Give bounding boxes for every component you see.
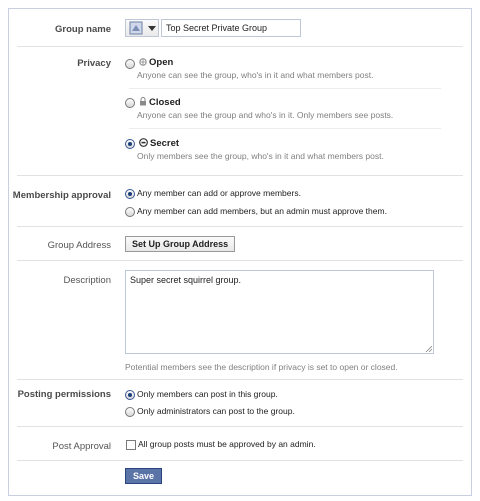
membership-approval-label: Membership approval bbox=[12, 190, 111, 201]
privacy-secret-description: Only members see the group, who's in it … bbox=[137, 151, 384, 161]
privacy-secret-radio[interactable] bbox=[125, 139, 135, 149]
divider bbox=[17, 460, 463, 461]
description-textarea[interactable]: Super secret squirrel group. bbox=[125, 270, 434, 354]
divider bbox=[17, 46, 463, 47]
divider bbox=[17, 260, 463, 261]
privacy-label: Privacy bbox=[77, 58, 111, 69]
post-approval-label: Post Approval bbox=[52, 441, 111, 452]
post-approval-checkbox[interactable] bbox=[126, 440, 136, 450]
divider bbox=[17, 379, 463, 380]
group-settings-panel: Group name Top Secret Private Group Priv… bbox=[8, 8, 472, 496]
set-up-group-address-button[interactable]: Set Up Group Address bbox=[125, 236, 236, 252]
membership-admin-approve-radio[interactable] bbox=[125, 207, 135, 217]
globe-icon bbox=[139, 58, 147, 66]
group-address-label: Group Address bbox=[47, 240, 111, 251]
posting-permissions-label: Posting permissions bbox=[17, 389, 111, 400]
membership-any-approve-radio[interactable] bbox=[125, 189, 135, 199]
divider bbox=[17, 175, 463, 176]
privacy-open-radio[interactable] bbox=[125, 59, 135, 69]
chevron-down-icon bbox=[148, 26, 156, 31]
privacy-closed-radio[interactable] bbox=[125, 98, 135, 108]
secret-icon bbox=[139, 138, 148, 147]
divider bbox=[129, 128, 441, 129]
save-button[interactable]: Save bbox=[125, 468, 163, 484]
description-hint: Potential members see the description if… bbox=[125, 362, 398, 372]
privacy-closed-description: Anyone can see the group and who's in it… bbox=[137, 110, 394, 120]
posting-admins-text: Only administrators can post to the grou… bbox=[137, 406, 295, 416]
posting-members-text: Only members can post in this group. bbox=[137, 389, 278, 399]
group-icon-selector[interactable] bbox=[125, 19, 159, 37]
membership-admin-approve-text: Any member can add members, but an admin… bbox=[137, 206, 387, 216]
group-name-value: Top Secret Private Group bbox=[166, 23, 268, 33]
privacy-secret-title: Secret bbox=[150, 138, 180, 149]
description-label: Description bbox=[63, 275, 111, 286]
resize-handle-icon[interactable] bbox=[425, 345, 432, 352]
privacy-closed-title: Closed bbox=[149, 97, 181, 108]
divider bbox=[129, 88, 441, 89]
posting-members-radio[interactable] bbox=[125, 390, 135, 400]
divider bbox=[17, 426, 463, 427]
group-name-label: Group name bbox=[55, 24, 111, 35]
privacy-open-description: Anyone can see the group, who's in it an… bbox=[137, 70, 374, 80]
divider bbox=[17, 226, 463, 227]
membership-any-approve-text: Any member can add or approve members. bbox=[137, 188, 301, 198]
privacy-open-title: Open bbox=[149, 57, 174, 68]
group-name-input[interactable]: Top Secret Private Group bbox=[161, 19, 301, 37]
group-icon bbox=[129, 21, 143, 35]
lock-icon bbox=[140, 97, 146, 106]
description-value: Super secret squirrel group. bbox=[130, 275, 242, 285]
posting-admins-radio[interactable] bbox=[125, 407, 135, 417]
post-approval-text: All group posts must be approved by an a… bbox=[138, 439, 316, 449]
